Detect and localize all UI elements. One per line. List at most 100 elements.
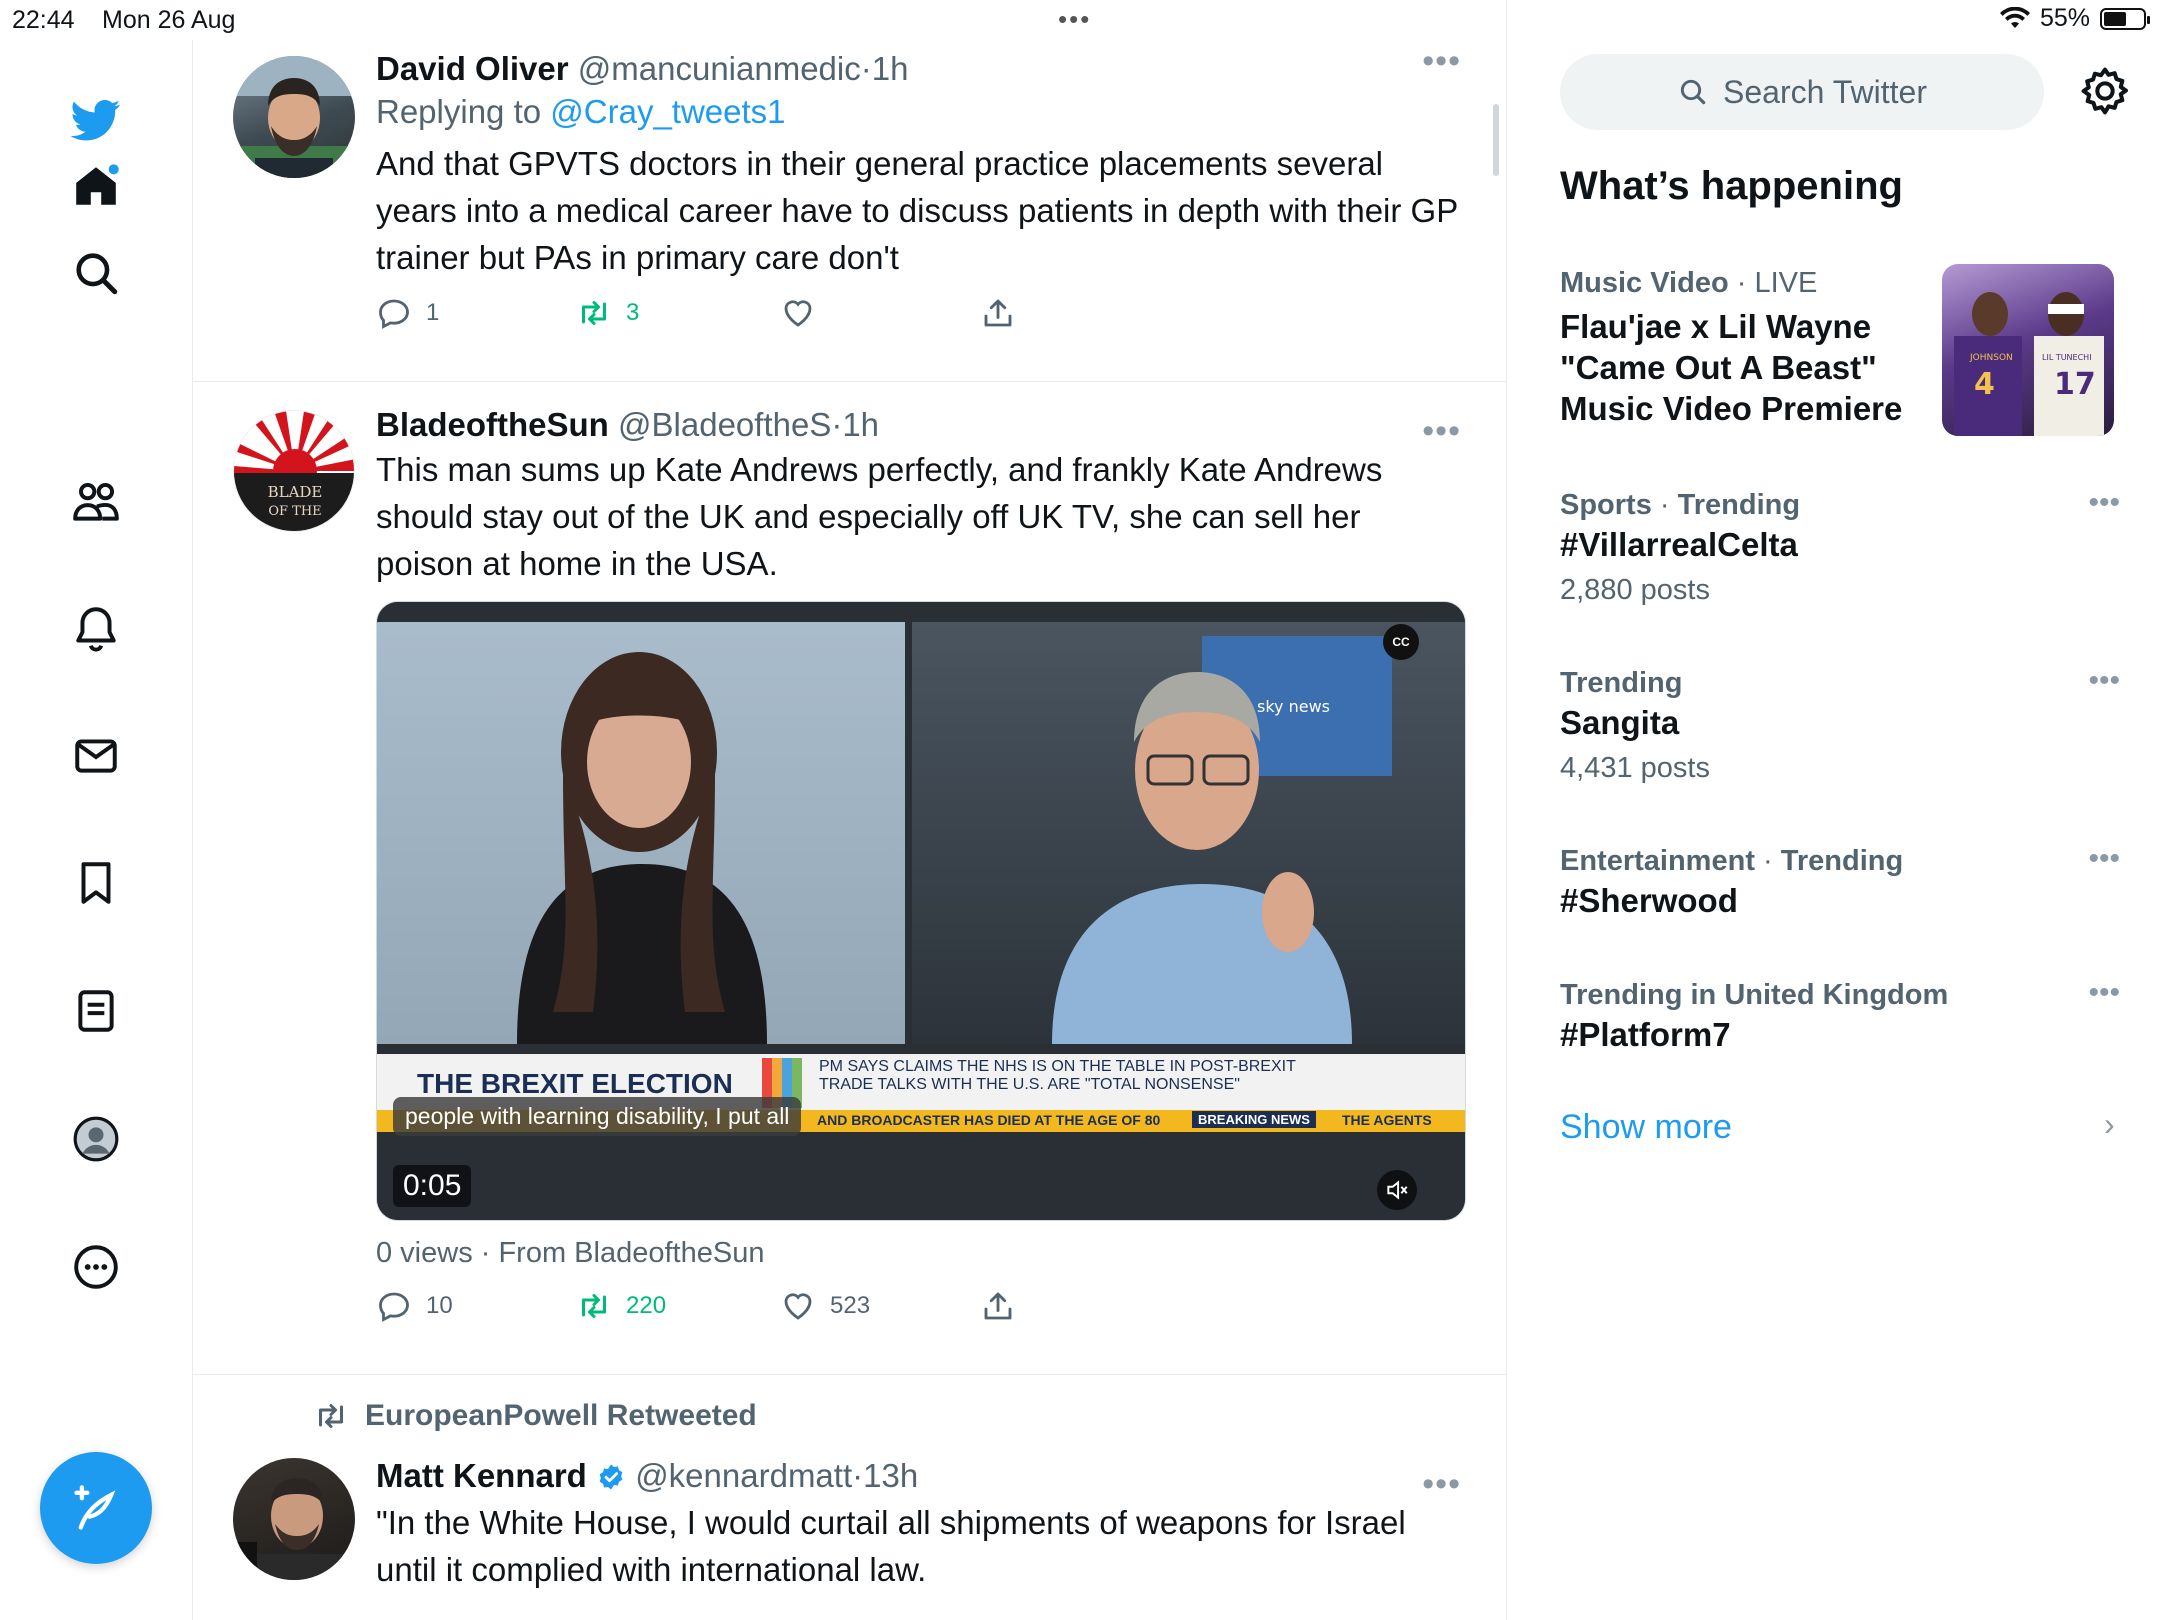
trend-more-button[interactable]: ••• (2088, 842, 2120, 876)
separator: · (831, 406, 843, 443)
trend-item[interactable]: Trending in United Kingdom #Platform7 ••… (1560, 976, 2120, 1055)
heart-icon (784, 300, 812, 327)
trend-item[interactable]: Trending Sangita 4,431 posts ••• (1560, 664, 2120, 789)
avatar[interactable] (233, 56, 355, 178)
video-views: 0 views · From BladeoftheSun (376, 1237, 765, 1269)
author-name[interactable]: Matt Kennard (376, 1457, 587, 1494)
show-more-link[interactable]: Show more (1560, 1108, 1732, 1147)
trend-item[interactable]: Music Video · LIVE Flau'jae x Lil Wayne … (1560, 264, 2120, 436)
tweet[interactable]: BLADE OF THE ••• BladeoftheSun @Bladeoft… (193, 382, 1506, 1375)
tweet-actions: 1 3 (376, 295, 1461, 341)
share-icon (984, 299, 1012, 327)
trend-more-button[interactable]: ••• (2088, 664, 2120, 698)
jersey-left-number: 4 (1974, 367, 1995, 402)
video-player[interactable]: sky news CC THE BREXIT ELECTION PM SAYS … (376, 601, 1466, 1221)
whats-happening-heading: What’s happening (1560, 164, 1903, 208)
reply-count: 1 (426, 299, 440, 326)
trend-item[interactable]: Entertainment · Trending #Sherwood ••• (1560, 842, 2120, 921)
author-name[interactable]: BladeoftheSun (376, 406, 609, 443)
trend-meta: Sports · Trending (1560, 489, 1801, 521)
trend-title: Sangita (1560, 704, 1680, 741)
video-caption: people with learning disability, I put a… (393, 1097, 802, 1136)
battery-percent: 55% (2039, 4, 2090, 32)
reply-button[interactable]: 10 (376, 1288, 453, 1324)
bookmarks-icon[interactable] (66, 853, 126, 913)
right-sidebar: Search Twitter What’s happening Music Vi… (1508, 40, 2160, 1620)
trend-category: Trending in United Kingdom (1560, 979, 1949, 1011)
author-name[interactable]: David Oliver (376, 50, 569, 87)
captions-button[interactable]: CC (1383, 624, 1419, 660)
trend-thumbnail: JOHNSON 4 LIL TUNECHI 17 (1942, 264, 2114, 436)
like-button[interactable]: 523 (780, 1288, 870, 1324)
avatar-photo (233, 1478, 343, 1580)
share-button[interactable] (980, 1288, 1016, 1324)
ticker-title: THE BREXIT ELECTION (417, 1068, 733, 1099)
replying-to-handle[interactable]: @Cray_tweets1 (550, 93, 785, 130)
lists-icon[interactable] (66, 981, 126, 1041)
battery-icon (2100, 7, 2150, 30)
trend-more-button[interactable]: ••• (2088, 976, 2120, 1010)
retweet-button[interactable]: 220 (576, 1288, 666, 1324)
retweet-count: 220 (626, 1292, 667, 1319)
communities-icon[interactable] (66, 472, 126, 532)
author-handle[interactable]: @mancunianmedic (578, 50, 861, 87)
profile-icon[interactable] (66, 1109, 126, 1169)
tweet-text: And that GPVTS doctors in their general … (376, 145, 1458, 276)
search-icon (1680, 79, 1706, 105)
tweet-time[interactable]: 13h (863, 1457, 918, 1494)
video-duration: 0:05 (393, 1165, 472, 1207)
search-icon[interactable] (66, 243, 126, 303)
trend-status: Trending (1780, 845, 1904, 877)
share-icon (984, 1292, 1012, 1320)
avatar-photo (233, 56, 355, 178)
trend-title: #Sherwood (1560, 882, 1738, 919)
mute-button[interactable] (1377, 1170, 1417, 1210)
trend-category: Entertainment (1560, 845, 1755, 877)
verified-badge-icon (599, 1464, 623, 1490)
ticker-line-1: PM SAYS CLAIMS THE NHS IS ON THE TABLE I… (819, 1058, 1296, 1075)
trend-post-count: 4,431 posts (1560, 752, 1710, 784)
author-handle[interactable]: @BladeoftheS (618, 406, 831, 443)
avatar[interactable]: BLADE OF THE (233, 410, 355, 532)
tweet-header: BladeoftheSun @BladeoftheS·1h (376, 404, 1461, 446)
tweet-time[interactable]: 1h (872, 50, 909, 87)
video-left-panel (377, 622, 905, 1044)
scrollbar-thumb[interactable] (1493, 104, 1499, 176)
svg-text:OF THE: OF THE (268, 504, 321, 519)
trend-meta: Trending (1560, 664, 2120, 702)
trend-more-button[interactable]: ••• (2088, 486, 2120, 520)
tweet[interactable]: ••• David Oliver @mancunianmedic·1h Repl… (193, 0, 1506, 382)
notifications-icon[interactable] (66, 598, 126, 658)
avatar[interactable] (233, 1458, 355, 1580)
ticker-badge: BREAKING NEWS (1192, 1111, 1316, 1128)
settings-gear-icon[interactable] (2078, 64, 2132, 118)
trend-category: Music Video (1560, 267, 1729, 299)
tweet-actions: 10 220 523 (376, 1288, 1461, 1334)
trend-category: Sports (1560, 489, 1652, 521)
chevron-right-icon[interactable]: › (2104, 1106, 2115, 1143)
trend-title: #VillarrealCelta (1560, 526, 1798, 563)
trend-item[interactable]: Sports · Trending #VillarrealCelta 2,880… (1560, 486, 2120, 611)
tweet-header: Matt Kennard @kennardmatt·13h (376, 1455, 1461, 1497)
separator: · (860, 50, 872, 87)
timeline: ••• David Oliver @mancunianmedic·1h Repl… (193, 0, 1507, 1620)
video-right-panel: sky news (912, 622, 1465, 1044)
wifi-icon (1999, 6, 2030, 28)
search-input[interactable]: Search Twitter (1560, 54, 2044, 130)
search-placeholder: Search Twitter (1723, 73, 1927, 110)
retweet-button[interactable]: 3 (576, 295, 639, 331)
like-button[interactable] (780, 295, 830, 331)
reply-button[interactable]: 1 (376, 295, 439, 331)
tweet[interactable]: ••• Matt Kennard @kennardmatt·13h "In th… (193, 1375, 1506, 1620)
separator: · (852, 1457, 864, 1494)
replying-to-label: Replying to (376, 93, 542, 130)
tweet-time[interactable]: 1h (842, 406, 879, 443)
more-icon[interactable] (66, 1237, 126, 1297)
reply-icon (379, 1292, 409, 1322)
twitter-logo-icon[interactable] (66, 90, 126, 150)
home-icon[interactable] (66, 156, 126, 216)
messages-icon[interactable] (66, 726, 126, 786)
compose-tweet-button[interactable] (40, 1452, 152, 1564)
author-handle[interactable]: @kennardmatt (635, 1457, 852, 1494)
share-button[interactable] (980, 295, 1016, 331)
